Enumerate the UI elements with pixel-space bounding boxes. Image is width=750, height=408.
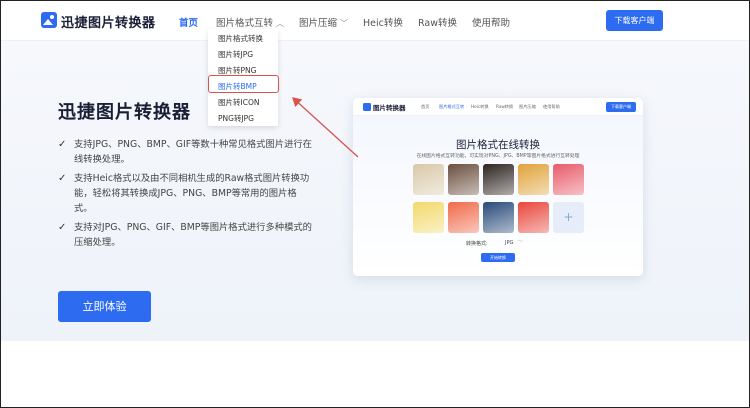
dropdown-item-to-jpg[interactable]: 图片转JPG	[218, 49, 253, 60]
dropdown-item-format-convert[interactable]: 图片格式转换	[218, 33, 263, 44]
dropdown-item-png-to-jpg[interactable]: PNG转JPG	[218, 113, 254, 124]
page-frame: 迅捷图片转换器 首页 图片格式互转 ︿ 图片压缩 ﹀ Heic转换 Raw转换 使用…	[0, 0, 750, 408]
dropdown-highlight-box	[208, 75, 279, 93]
annotation-arrow-icon	[292, 97, 359, 158]
dropdown-item-to-icon[interactable]: 图片转ICON	[218, 97, 259, 108]
